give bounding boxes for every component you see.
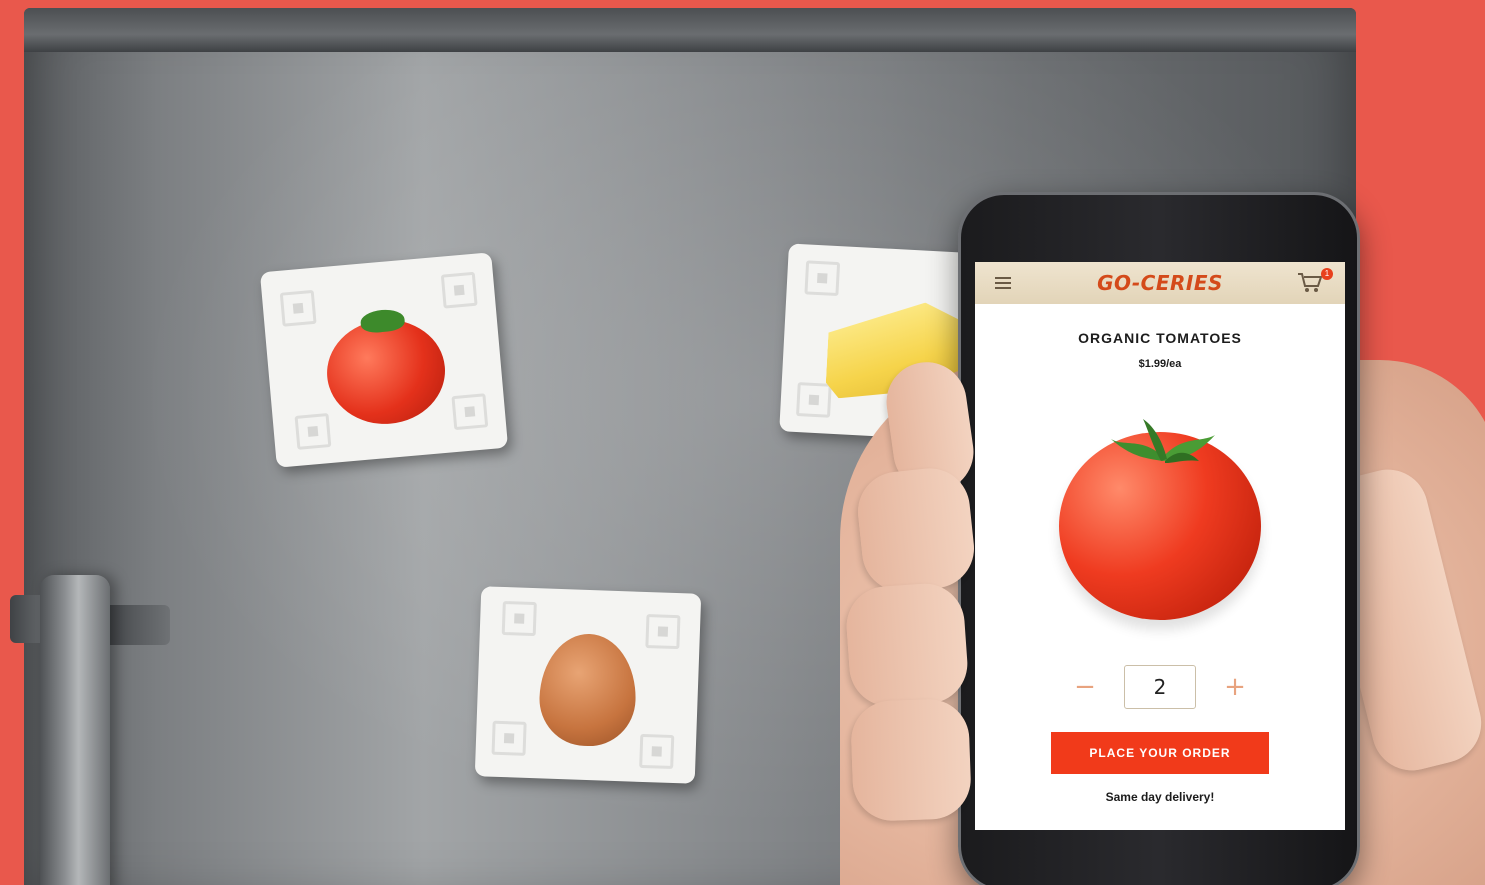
tomato-magnet — [259, 252, 509, 468]
hamburger-menu-icon[interactable] — [995, 277, 1011, 289]
qr-code-icon — [804, 260, 841, 297]
qr-code-icon — [491, 720, 527, 756]
qr-code-icon — [440, 271, 478, 309]
tomato-icon — [322, 314, 450, 429]
cart-icon[interactable] — [1297, 272, 1323, 294]
egg-icon — [537, 632, 638, 748]
phone-screen: GO-CERIES 1 ORGANIC TOMATOES $1.99/ea − … — [975, 262, 1345, 830]
qr-code-icon — [294, 413, 332, 450]
increment-button[interactable]: + — [1220, 672, 1250, 702]
finger — [854, 464, 978, 596]
finger — [843, 581, 971, 709]
brand-logo: GO-CERIES — [1097, 271, 1223, 295]
qr-code-icon — [639, 733, 675, 770]
product-price: $1.99/ea — [1138, 358, 1182, 370]
qr-code-icon — [451, 393, 489, 431]
fridge-handle — [40, 575, 110, 885]
qr-code-icon — [645, 613, 681, 650]
finger — [849, 697, 973, 823]
tomato-stem-icon — [1111, 419, 1215, 463]
quantity-input[interactable]: 2 — [1124, 665, 1196, 709]
cart-count-badge: 1 — [1321, 268, 1333, 280]
qr-code-icon — [279, 289, 317, 327]
delivery-note: Same day delivery! — [1105, 790, 1215, 804]
app-header: GO-CERIES 1 — [975, 262, 1345, 304]
egg-magnet — [474, 586, 702, 784]
qr-code-icon — [796, 382, 832, 418]
fridge-handle-mount-lower — [100, 605, 170, 645]
place-order-button[interactable]: PLACE YOUR ORDER — [1051, 732, 1269, 774]
decrement-button[interactable]: − — [1070, 672, 1100, 702]
quantity-stepper: − 2 + — [975, 664, 1345, 710]
product-title: ORGANIC TOMATOES — [1078, 330, 1242, 346]
qr-code-icon — [501, 600, 537, 637]
